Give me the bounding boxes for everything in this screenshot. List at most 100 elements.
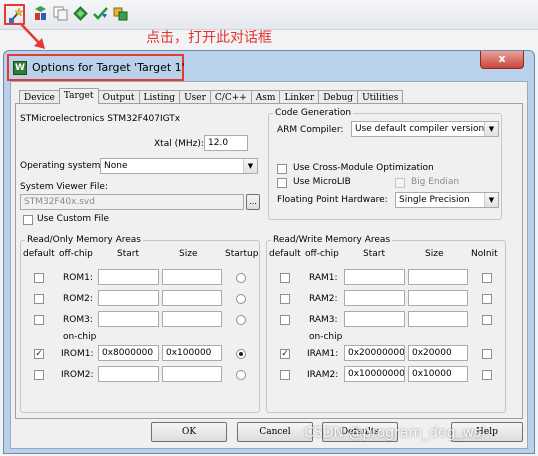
irom2-start-input[interactable] (98, 366, 159, 382)
tab-c-cpp[interactable]: C/C++ (209, 90, 252, 104)
microlib-checkbox[interactable] (277, 178, 287, 188)
ram3-size-input[interactable] (408, 311, 468, 327)
tab-device[interactable]: Device (19, 90, 60, 104)
svd-browse-button[interactable]: ... (246, 194, 260, 210)
irom1-default-checkbox[interactable]: ✓ (34, 349, 44, 359)
compiler-label: ARM Compiler: (277, 125, 344, 135)
irom2-default-checkbox[interactable] (34, 370, 44, 380)
ram2-start-input[interactable] (344, 290, 405, 306)
irom1-start-input[interactable]: 0x8000000 (98, 345, 159, 361)
rom3-startup-radio[interactable] (236, 315, 246, 325)
xtal-input[interactable]: 12.0 (204, 135, 248, 151)
iram1-start-input[interactable]: 0x20000000 (344, 345, 405, 361)
iram1-size-input[interactable]: 0x20000 (408, 345, 468, 361)
ram2-label: RAM2: (309, 294, 338, 304)
rom-areas-group: Read/Only Memory Areas default off-chip … (20, 235, 260, 413)
iram2-label: IRAM2: (307, 370, 339, 380)
iram2-size-input[interactable]: 0x10000 (408, 366, 468, 382)
os-select[interactable]: None ▼ (100, 158, 258, 174)
rom1-default-checkbox[interactable] (34, 273, 44, 283)
compiler-value: Use default compiler version 5 (355, 124, 493, 134)
rom2-label: ROM2: (63, 294, 93, 304)
irom2-startup-radio[interactable] (236, 370, 246, 380)
svd-label: System Viewer File: (20, 182, 108, 192)
os-value: None (104, 161, 128, 171)
rom3-default-checkbox[interactable] (34, 315, 44, 325)
chevron-down-icon: ▼ (484, 122, 498, 136)
check-button[interactable] (92, 5, 109, 22)
irom1-size-input[interactable]: 0x100000 (162, 345, 222, 361)
ram2-default-checkbox[interactable] (280, 294, 290, 304)
ram3-start-input[interactable] (344, 311, 405, 327)
svd-input[interactable]: STM32F40x.svd (20, 194, 244, 210)
irom2-size-input[interactable] (162, 366, 222, 382)
cross-module-label: Use Cross-Module Optimization (293, 163, 434, 173)
tab-listing[interactable]: Listing (138, 90, 181, 104)
rom2-start-input[interactable] (98, 290, 159, 306)
rom2-default-checkbox[interactable] (34, 294, 44, 304)
copy-button[interactable] (52, 5, 69, 22)
rom2-size-input[interactable] (162, 290, 222, 306)
iram2-noinit-checkbox[interactable] (482, 370, 492, 380)
ram-header-start: Start (363, 249, 385, 259)
iram2-default-checkbox[interactable] (280, 370, 290, 380)
diamond-button[interactable] (72, 5, 89, 22)
ram3-noinit-checkbox[interactable] (482, 315, 492, 325)
check-arrow-icon (93, 7, 108, 20)
target-tab-panel: STMicroelectronics STM32F407IGTx Xtal (M… (15, 103, 523, 419)
toolbar (0, 0, 538, 30)
rom3-start-input[interactable] (98, 311, 159, 327)
rom-onchip-label: on-chip (63, 332, 97, 342)
close-button[interactable]: x (480, 51, 524, 69)
chevron-down-icon: ▼ (243, 159, 257, 173)
compiler-select[interactable]: Use default compiler version 5 ▼ (351, 121, 499, 137)
ram3-default-checkbox[interactable] (280, 315, 290, 325)
ram1-default-checkbox[interactable] (280, 273, 290, 283)
iram2-start-input[interactable]: 0x10000000 (344, 366, 405, 382)
fph-value: Single Precision (399, 195, 470, 205)
target-options-dialog: W Options for Target 'Target 1' x Device… (3, 50, 535, 454)
tab-linker[interactable]: Linker (279, 90, 320, 104)
ram-areas-group: Read/Write Memory Areas default off-chip… (266, 235, 506, 413)
ram2-size-input[interactable] (408, 290, 468, 306)
custom-file-checkbox[interactable] (23, 215, 33, 225)
multi-project-button[interactable] (112, 5, 129, 22)
ram-header-noinit: NoInit (471, 249, 498, 259)
tab-user[interactable]: User (179, 90, 211, 104)
tab-target[interactable]: Target (58, 88, 99, 104)
irom1-label: IROM1: (61, 349, 94, 359)
iram1-noinit-checkbox[interactable] (482, 349, 492, 359)
ram1-noinit-checkbox[interactable] (482, 273, 492, 283)
ram-header-size: Size (425, 249, 444, 259)
rom1-size-input[interactable] (162, 269, 222, 285)
tab-asm[interactable]: Asm (250, 90, 281, 104)
rom-header-default: default (23, 249, 55, 259)
iram1-default-checkbox[interactable]: ✓ (280, 349, 290, 359)
manage-components-button[interactable] (32, 5, 49, 22)
cross-module-checkbox[interactable] (277, 164, 287, 174)
rom1-start-input[interactable] (98, 269, 159, 285)
tab-debug[interactable]: Debug (318, 90, 359, 104)
ram1-start-input[interactable] (344, 269, 405, 285)
tab-utilities[interactable]: Utilities (357, 90, 404, 104)
big-endian-checkbox[interactable] (395, 178, 405, 188)
big-endian-label: Big Endian (411, 177, 460, 187)
device-name: STMicroelectronics STM32F407IGTx (20, 114, 181, 124)
cancel-button[interactable]: Cancel (237, 422, 313, 442)
irom1-startup-radio[interactable] (236, 349, 246, 359)
ram-onchip-label: on-chip (309, 332, 343, 342)
fph-select[interactable]: Single Precision ▼ (395, 192, 499, 208)
ram1-size-input[interactable] (408, 269, 468, 285)
ram-header-offchip: off-chip (305, 249, 339, 259)
rom3-size-input[interactable] (162, 311, 222, 327)
rom2-startup-radio[interactable] (236, 294, 246, 304)
keil-app-icon: W (13, 61, 27, 75)
ram2-noinit-checkbox[interactable] (482, 294, 492, 304)
rom-header-size: Size (179, 249, 198, 259)
ok-button[interactable]: OK (151, 422, 227, 442)
rom1-startup-radio[interactable] (236, 273, 246, 283)
annotation-text: 点击，打开此对话框 (146, 30, 272, 46)
tab-output[interactable]: Output (97, 90, 140, 104)
ram-areas-title: Read/Write Memory Areas (271, 235, 393, 245)
fph-label: Floating Point Hardware: (277, 195, 388, 205)
